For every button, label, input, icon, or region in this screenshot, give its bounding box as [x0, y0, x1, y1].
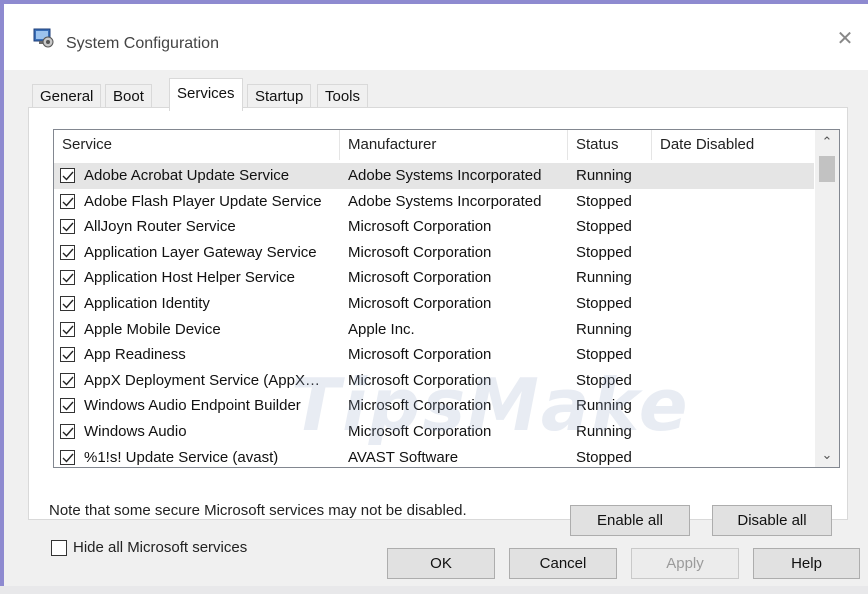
enable-all-button[interactable]: Enable all — [570, 505, 690, 536]
service-name: Adobe Acrobat Update Service — [84, 167, 290, 184]
service-row[interactable]: Windows Audio Endpoint Builder Microsoft … — [54, 393, 814, 419]
tab-services[interactable]: Services — [169, 78, 243, 111]
service-status: Running — [576, 269, 632, 287]
ok-button[interactable]: OK — [387, 548, 495, 579]
service-manufacturer: Microsoft Corporation — [348, 269, 492, 287]
service-status: Running — [576, 320, 632, 338]
service-name: Application Host Helper Service — [84, 269, 295, 287]
service-row[interactable]: Application Identity Microsoft Corporatio… — [54, 291, 814, 317]
window-title: System Configuration — [66, 35, 219, 52]
services-list-scrollbar[interactable]: ⌃ ⌄ — [815, 130, 839, 467]
service-row[interactable]: Windows Audio Microsoft Corporation Runnin… — [54, 419, 814, 445]
service-enabled-checkbox[interactable] — [60, 424, 75, 439]
service-status: Stopped — [576, 371, 632, 389]
column-header-status[interactable]: Status — [568, 130, 652, 160]
service-manufacturer: Microsoft Corporation — [348, 243, 492, 261]
service-status: Stopped — [576, 243, 632, 261]
scrollbar-thumb[interactable] — [819, 156, 835, 182]
service-enabled-checkbox[interactable] — [60, 321, 75, 337]
service-enabled-checkbox[interactable] — [60, 449, 75, 465]
service-enabled-checkbox[interactable] — [60, 347, 75, 363]
service-name: Adobe Flash Player Update Service — [84, 192, 322, 210]
service-manufacturer: Microsoft Corporation — [348, 423, 492, 440]
dialog-client-area: General Boot Services Startup Tools Serv… — [4, 70, 868, 586]
service-row[interactable]: %1!s! Update Service (avast) AVAST Softwa… — [54, 445, 814, 467]
services-list-header: Service Manufacturer Status Date Disable… — [54, 130, 814, 160]
service-enabled-checkbox[interactable] — [60, 193, 75, 209]
service-manufacturer: AVAST Software — [348, 448, 459, 466]
service-status: Stopped — [576, 346, 632, 364]
service-enabled-checkbox[interactable] — [60, 296, 75, 311]
service-row[interactable]: App Readiness Microsoft Corporation Stoppe… — [54, 342, 814, 368]
scroll-up-arrow-icon[interactable]: ⌃ — [815, 130, 839, 154]
apply-button[interactable]: Apply — [631, 548, 739, 579]
service-row[interactable]: Application Host Helper Service Microsoft… — [54, 265, 814, 291]
services-tab-panel: Service Manufacturer Status Date Disable… — [28, 107, 848, 556]
service-manufacturer: Microsoft Corporation — [348, 371, 492, 389]
service-manufacturer: Microsoft Corporation — [348, 295, 492, 312]
service-enabled-checkbox[interactable] — [60, 219, 75, 235]
service-status: Running — [576, 397, 632, 415]
service-manufacturer: Apple Inc. — [348, 320, 415, 338]
service-row[interactable]: AllJoyn Router Service Microsoft Corporat… — [54, 214, 814, 240]
service-manufacturer: Adobe Systems Incorporated — [348, 192, 542, 210]
service-row[interactable]: AppX Deployment Service (AppX… Microsoft … — [54, 368, 814, 394]
column-header-date-disabled[interactable]: Date Disabled — [652, 130, 814, 160]
scroll-down-arrow-icon[interactable]: ⌄ — [815, 443, 839, 467]
service-enabled-checkbox[interactable] — [60, 270, 75, 286]
service-status: Stopped — [576, 448, 632, 466]
service-manufacturer: Microsoft Corporation — [348, 397, 492, 415]
service-manufacturer: Microsoft Corporation — [348, 346, 492, 364]
disable-all-button[interactable]: Disable all — [712, 505, 832, 536]
service-manufacturer: Microsoft Corporation — [348, 218, 492, 236]
hide-ms-services-label: Hide all Microsoft services — [73, 539, 248, 556]
service-status: Stopped — [576, 295, 632, 312]
service-name: %1!s! Update Service (avast) — [84, 448, 279, 466]
close-button[interactable]: ✕ — [832, 26, 858, 52]
column-header-service[interactable]: Service — [54, 130, 340, 160]
services-list[interactable]: Service Manufacturer Status Date Disable… — [53, 129, 840, 468]
service-status: Stopped — [576, 218, 632, 236]
service-row[interactable]: Application Layer Gateway Service Microso… — [54, 240, 814, 266]
service-enabled-checkbox[interactable] — [60, 168, 75, 183]
service-manufacturer: Adobe Systems Incorporated — [348, 167, 542, 184]
service-name: Application Identity — [84, 295, 210, 312]
service-name: Windows Audio — [84, 423, 187, 440]
service-name: Apple Mobile Device — [84, 320, 221, 338]
service-row[interactable]: Adobe Flash Player Update Service Adobe S… — [54, 189, 814, 215]
cancel-button[interactable]: Cancel — [509, 548, 617, 579]
service-status: Stopped — [576, 192, 632, 210]
service-name: AllJoyn Router Service — [84, 218, 236, 236]
column-header-manufacturer[interactable]: Manufacturer — [340, 130, 568, 160]
title-bar[interactable]: System Configuration ✕ — [4, 4, 868, 70]
service-name: App Readiness — [84, 346, 186, 364]
service-name: Application Layer Gateway Service — [84, 243, 317, 261]
help-button[interactable]: Help — [753, 548, 860, 579]
service-enabled-checkbox[interactable] — [60, 398, 75, 414]
window-frame-bottom — [0, 586, 868, 594]
service-name: AppX Deployment Service (AppX… — [84, 371, 320, 389]
service-status: Running — [576, 167, 632, 184]
hide-ms-services-checkbox[interactable] — [51, 540, 67, 556]
service-status: Running — [576, 423, 632, 440]
service-enabled-checkbox[interactable] — [60, 244, 75, 260]
service-row[interactable]: Apple Mobile Device Apple Inc. Running — [54, 317, 814, 343]
service-enabled-checkbox[interactable] — [60, 372, 75, 388]
service-row[interactable]: Adobe Acrobat Update Service Adobe System… — [54, 163, 814, 189]
system-config-icon — [32, 26, 54, 48]
service-name: Windows Audio Endpoint Builder — [84, 397, 301, 415]
secure-services-note: Note that some secure Microsoft services… — [49, 502, 467, 519]
